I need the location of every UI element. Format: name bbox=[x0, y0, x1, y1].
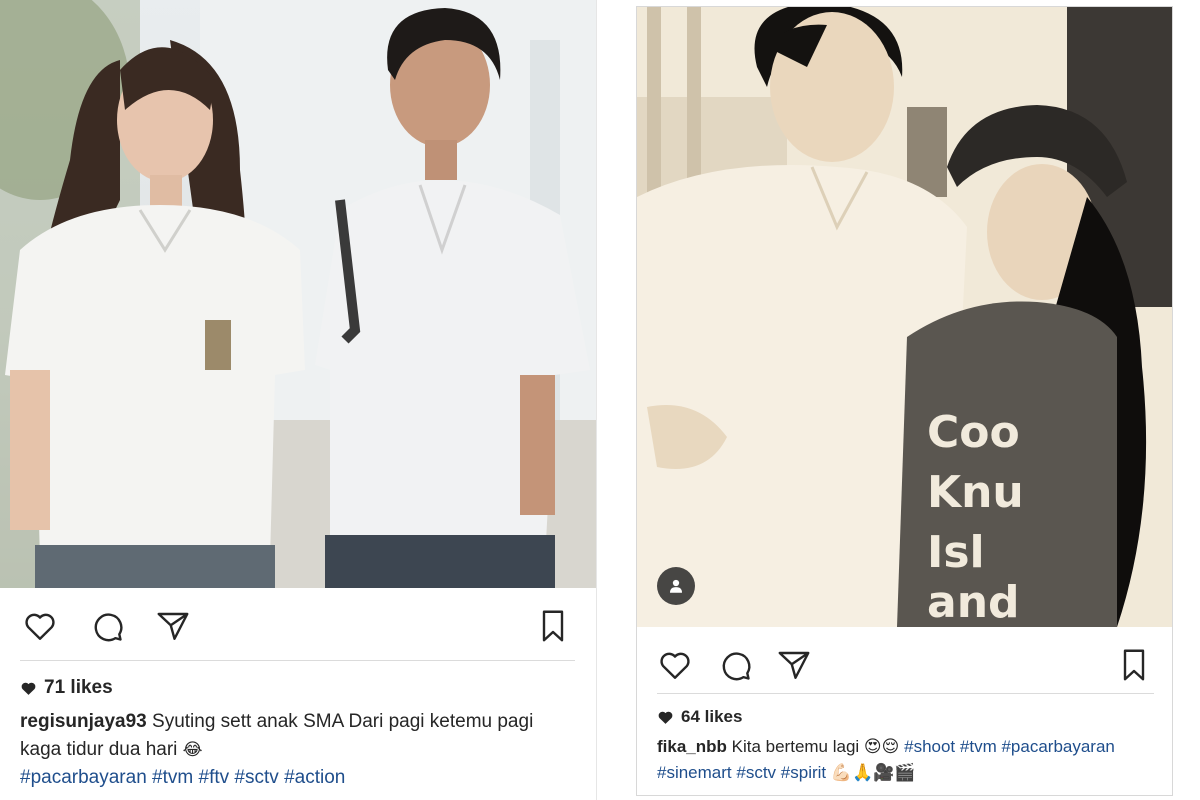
share-icon bbox=[778, 651, 810, 679]
hashtag[interactable]: #shoot bbox=[904, 737, 955, 756]
post-photo[interactable] bbox=[0, 0, 596, 588]
post-actions-bar bbox=[0, 602, 596, 650]
post-photo-illustration bbox=[0, 0, 596, 588]
heart-filled-icon bbox=[658, 711, 673, 724]
post-photo-illustration: Coo Knu Isl and bbox=[637, 7, 1172, 627]
like-button[interactable] bbox=[20, 606, 60, 646]
hashtag[interactable]: #action bbox=[284, 767, 345, 788]
caption-emoji: 😂 bbox=[182, 740, 203, 760]
caption-text-line2: kaga tidur dua hari bbox=[20, 739, 183, 760]
comment-icon bbox=[722, 652, 751, 681]
svg-text:Coo: Coo bbox=[927, 407, 1020, 458]
post-photo[interactable]: Coo Knu Isl and bbox=[637, 7, 1172, 627]
divider bbox=[657, 693, 1154, 694]
bookmark-icon bbox=[542, 610, 564, 642]
caption-text-line1: Syuting sett anak SMA Dari pagi ketemu p… bbox=[146, 711, 534, 732]
post-actions-bar bbox=[637, 641, 1172, 689]
caption-emoji: 😍😌 bbox=[863, 737, 900, 757]
hashtag[interactable]: #tvm bbox=[152, 767, 193, 788]
post-card-left: 71 likes regisunjaya93 Syuting sett anak… bbox=[0, 0, 597, 800]
likes-text: 71 likes bbox=[44, 677, 113, 698]
comment-button[interactable] bbox=[715, 645, 755, 685]
post-card-right: Coo Knu Isl and 64 likes fika_nbb Kita b… bbox=[636, 6, 1173, 796]
hashtag[interactable]: #tvm bbox=[960, 737, 997, 756]
post-caption: regisunjaya93 Syuting sett anak SMA Dari… bbox=[20, 708, 580, 792]
hashtag[interactable]: #ftv bbox=[199, 767, 230, 788]
comment-button[interactable] bbox=[87, 606, 127, 646]
like-button[interactable] bbox=[655, 645, 695, 685]
hashtag-list: #pacarbayaran #tvm #ftv #sctv #action bbox=[20, 764, 580, 792]
share-icon bbox=[157, 612, 189, 640]
caption-username[interactable]: regisunjaya93 bbox=[20, 711, 147, 732]
svg-text:and: and bbox=[927, 577, 1020, 627]
heart-filled-icon bbox=[21, 682, 36, 695]
likes-count[interactable]: 71 likes bbox=[20, 677, 113, 699]
svg-text:Knu: Knu bbox=[927, 467, 1024, 518]
caption-username[interactable]: fika_nbb bbox=[657, 737, 727, 756]
hashtag[interactable]: #spirit bbox=[781, 763, 826, 782]
likes-count[interactable]: 64 likes bbox=[657, 707, 742, 727]
hashtag[interactable]: #pacarbayaran bbox=[1001, 737, 1114, 756]
bookmark-button[interactable] bbox=[1114, 645, 1154, 685]
user-icon bbox=[670, 579, 682, 593]
heart-icon bbox=[25, 613, 55, 640]
hashtag[interactable]: #sinemart bbox=[657, 763, 732, 782]
caption-text-line1: Kita bertemu lagi bbox=[726, 737, 864, 756]
share-button[interactable] bbox=[774, 645, 814, 685]
svg-text:Isl: Isl bbox=[927, 527, 985, 578]
share-button[interactable] bbox=[153, 606, 193, 646]
bookmark-button[interactable] bbox=[533, 606, 573, 646]
bookmark-icon bbox=[1123, 649, 1145, 681]
hashtag[interactable]: #sctv bbox=[234, 767, 278, 788]
comment-icon bbox=[94, 613, 123, 642]
tagged-people-button[interactable] bbox=[657, 567, 695, 605]
caption-emoji: 💪🏻🙏🎥🎬 bbox=[830, 763, 916, 783]
heart-icon bbox=[660, 652, 690, 679]
likes-text: 64 likes bbox=[681, 707, 743, 726]
post-caption: fika_nbb Kita bertemu lagi 😍😌 #shoot #tv… bbox=[657, 734, 1162, 786]
divider bbox=[20, 660, 575, 661]
hashtag[interactable]: #pacarbayaran bbox=[20, 767, 147, 788]
hashtag[interactable]: #sctv bbox=[736, 763, 776, 782]
